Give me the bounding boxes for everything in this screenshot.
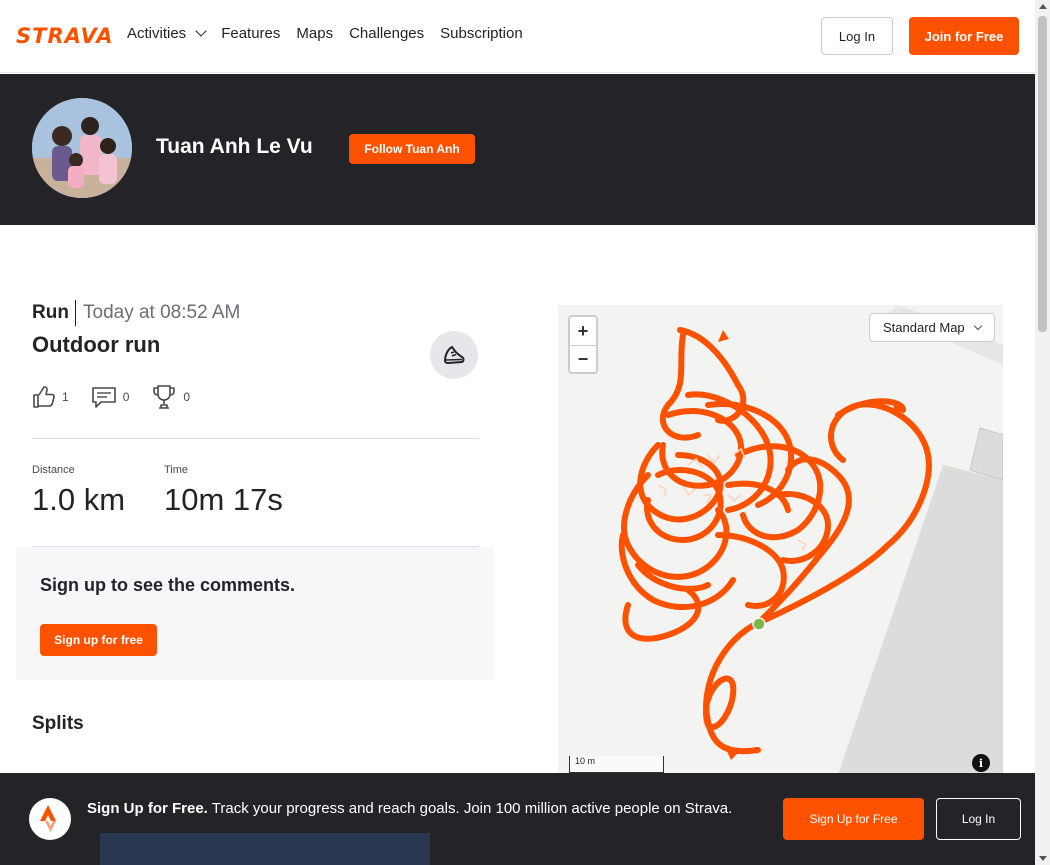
- athlete-name[interactable]: Tuan Anh Le Vu: [156, 135, 313, 159]
- map-canvas: [618, 305, 1003, 775]
- zoom-out-button[interactable]: −: [570, 345, 596, 373]
- achievements-button[interactable]: 0: [151, 384, 190, 410]
- shoe-icon: [444, 346, 465, 364]
- scroll-thumb[interactable]: [1038, 16, 1047, 332]
- divider: [32, 438, 479, 439]
- comments-prompt: Sign up to see the comments.: [40, 575, 296, 595]
- comment-icon: [91, 387, 116, 408]
- divider: [75, 300, 76, 326]
- banner-signup-button[interactable]: Sign Up for Free: [783, 798, 924, 840]
- thumbs-up-icon: [33, 386, 55, 408]
- scroll-up-arrow[interactable]: [1039, 4, 1047, 9]
- kudos-count: 1: [62, 390, 69, 404]
- scrollbar[interactable]: [1035, 0, 1050, 865]
- banner-message: Sign Up for Free. Track your progress an…: [87, 798, 757, 820]
- strava-logo[interactable]: STRAVA: [16, 24, 114, 48]
- strava-logo-icon: [29, 798, 71, 840]
- nav-challenges[interactable]: Challenges: [349, 25, 424, 42]
- banner-login-button[interactable]: Log In: [936, 798, 1021, 840]
- nav-maps[interactable]: Maps: [296, 25, 333, 42]
- time-value: 10m 17s: [164, 482, 283, 517]
- activity-time: Today at 08:52 AM: [83, 302, 241, 323]
- comments-button[interactable]: 0: [91, 385, 130, 409]
- banner-body: Track your progress and reach goals. Joi…: [211, 800, 733, 817]
- login-button[interactable]: Log In: [821, 17, 893, 55]
- zoom-in-button[interactable]: +: [570, 317, 596, 345]
- trophy-icon: [153, 385, 176, 409]
- background-content: [100, 833, 430, 865]
- top-nav: STRAVA Activities Features Maps Challeng…: [0, 0, 1035, 73]
- athlete-header: Tuan Anh Le Vu Follow Tuan Anh: [0, 74, 1035, 225]
- time-label: Time: [164, 464, 189, 476]
- nav-links: Activities Features Maps Challenges Subs…: [127, 25, 523, 42]
- nav-features[interactable]: Features: [221, 25, 280, 42]
- chevron-down-icon: [973, 321, 982, 331]
- signup-button[interactable]: Sign up for free: [40, 624, 157, 656]
- map-style-value: Standard Map: [883, 320, 965, 335]
- social-stats: 1 0 0: [32, 384, 212, 410]
- zoom-control: + −: [568, 315, 598, 374]
- follow-button[interactable]: Follow Tuan Anh: [349, 134, 475, 164]
- page: STRAVA Activities Features Maps Challeng…: [0, 0, 1050, 865]
- splits-heading: Splits: [32, 713, 84, 734]
- distance-label: Distance: [32, 464, 75, 476]
- map-style-select[interactable]: Standard Map: [869, 313, 995, 342]
- comments-signup-box: Sign up to see the comments. Sign up for…: [16, 547, 494, 680]
- activity-type: Run: [32, 302, 69, 323]
- nav-activities[interactable]: Activities: [127, 25, 207, 42]
- scroll-down-arrow[interactable]: [1039, 856, 1047, 861]
- banner-headline: Sign Up for Free.: [87, 800, 208, 817]
- chevron-down-icon: [195, 25, 207, 37]
- distance-value: 1.0 km: [32, 482, 126, 517]
- kudos-button[interactable]: 1: [32, 385, 69, 409]
- strava-chevron-icon: [40, 805, 56, 832]
- join-button[interactable]: Join for Free: [909, 17, 1019, 55]
- map-scale: 10 m: [569, 756, 664, 773]
- achievements-count: 0: [183, 390, 191, 404]
- route-map[interactable]: + − Standard Map 10 m i: [558, 305, 1003, 775]
- nav-subscription[interactable]: Subscription: [440, 25, 523, 42]
- info-icon[interactable]: i: [972, 754, 990, 772]
- shoe-button[interactable]: [430, 331, 478, 379]
- avatar[interactable]: [32, 98, 132, 198]
- signup-banner: Sign Up for Free. Track your progress an…: [0, 773, 1035, 865]
- activity-title: Outdoor run: [32, 332, 161, 357]
- comments-count: 0: [122, 390, 130, 404]
